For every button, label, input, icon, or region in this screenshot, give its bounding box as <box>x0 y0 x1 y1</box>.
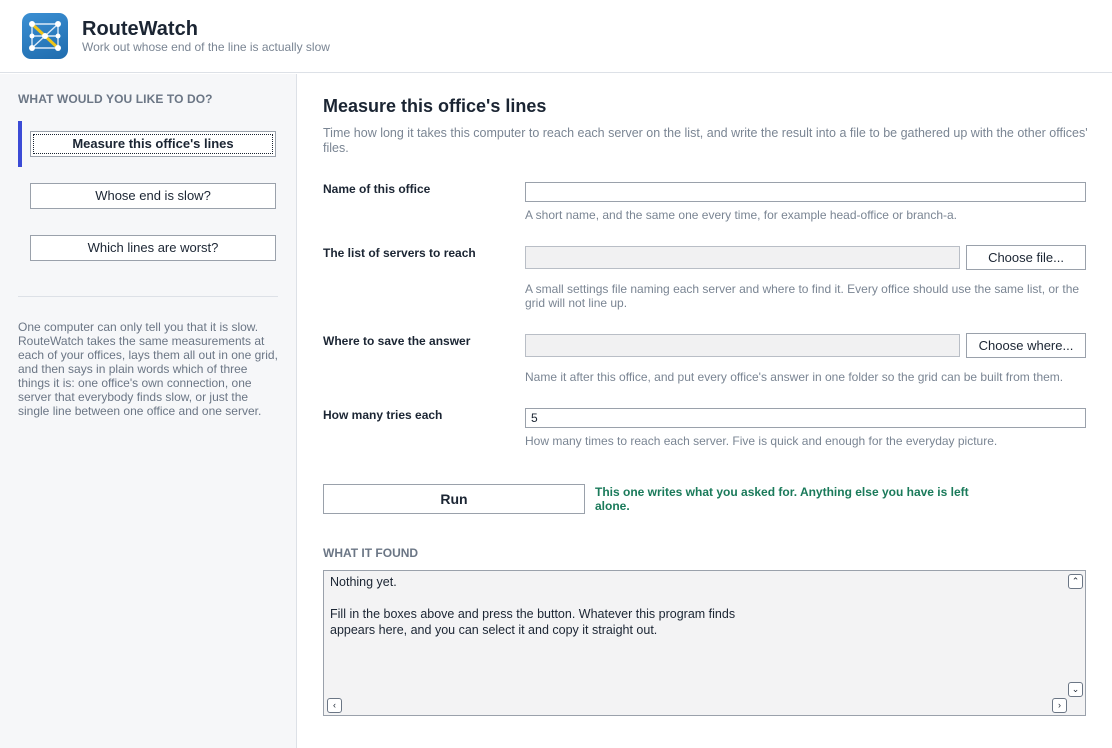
save-location-hint: Name it after this office, and put every… <box>525 370 1064 384</box>
app-subtitle: Work out whose end of the line is actual… <box>82 40 330 54</box>
server-list-label: The list of servers to reach <box>323 246 476 260</box>
run-note: This one writes what you asked for. Anyt… <box>595 485 969 513</box>
sidebar-item-measure[interactable]: Measure this office's lines <box>30 131 276 157</box>
network-graph-icon <box>22 13 68 59</box>
chevron-left-icon[interactable]: ‹ <box>327 698 342 713</box>
server-list-path-field[interactable] <box>525 246 960 269</box>
choose-where-button[interactable]: Choose where... <box>966 333 1086 358</box>
save-location-label: Where to save the answer <box>323 334 471 348</box>
run-button[interactable]: Run <box>323 484 585 514</box>
chevron-up-icon[interactable]: ⌃ <box>1068 574 1083 589</box>
sidebar: WHAT WOULD YOU LIKE TO DO? Measure this … <box>0 74 297 748</box>
choose-file-button[interactable]: Choose file... <box>966 245 1086 270</box>
page-title: Measure this office's lines <box>323 96 547 116</box>
office-name-input[interactable] <box>525 182 1086 202</box>
sidebar-heading: WHAT WOULD YOU LIKE TO DO? <box>18 92 213 106</box>
page-description: Time how long it takes this computer to … <box>323 126 1088 155</box>
app-header: RouteWatch Work out whose end of the lin… <box>0 0 1112 73</box>
tries-hint: How many times to reach each server. Fiv… <box>525 434 998 448</box>
sidebar-item-whose-end-slow[interactable]: Whose end is slow? <box>30 183 276 209</box>
tries-label: How many tries each <box>323 408 443 422</box>
tries-input[interactable] <box>525 408 1086 428</box>
chevron-right-icon[interactable]: › <box>1052 698 1067 713</box>
office-name-label: Name of this office <box>323 182 431 196</box>
sidebar-item-worst-lines[interactable]: Which lines are worst? <box>30 235 276 261</box>
output-text[interactable]: Nothing yet. Fill in the boxes above and… <box>330 574 1060 638</box>
app-title: RouteWatch <box>82 18 198 40</box>
save-location-path-field[interactable] <box>525 334 960 357</box>
output-heading: WHAT IT FOUND <box>323 546 419 560</box>
office-name-hint: A short name, and the same one every tim… <box>525 208 958 222</box>
chevron-down-icon[interactable]: ⌄ <box>1068 682 1083 697</box>
output-text-area[interactable]: Nothing yet. Fill in the boxes above and… <box>323 570 1086 716</box>
server-list-hint: A small settings file naming each server… <box>525 282 1080 310</box>
sidebar-divider <box>18 296 278 297</box>
active-indicator <box>18 121 22 167</box>
sidebar-description: One computer can only tell you that it i… <box>18 320 278 418</box>
main-panel: Measure this office's lines Time how lon… <box>298 74 1112 748</box>
